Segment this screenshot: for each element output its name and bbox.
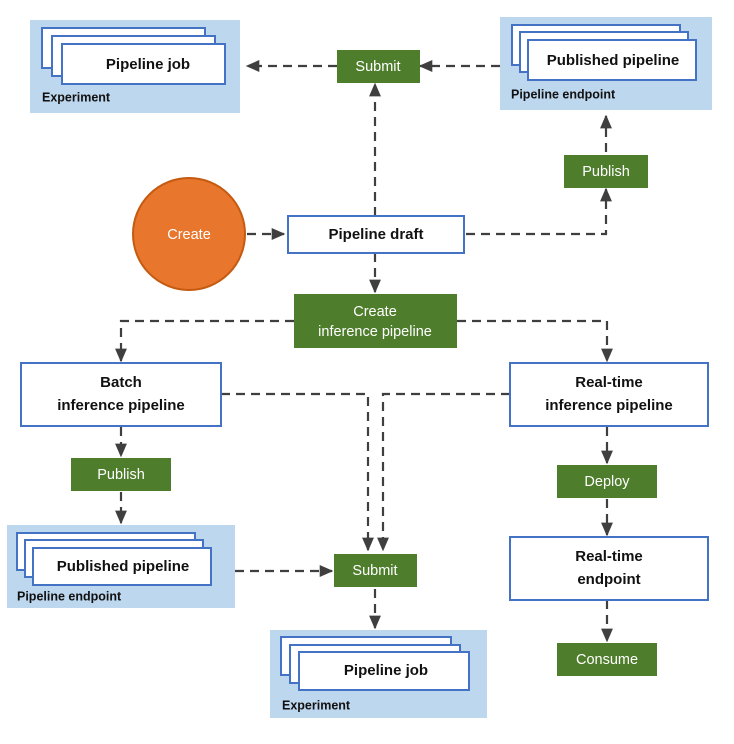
- realtime-endpoint-label-line1: Real-time: [575, 548, 643, 565]
- published-pipeline-bottom-card-label: Published pipeline: [57, 558, 190, 575]
- pipeline-endpoint-top-group: Published pipeline Pipeline endpoint: [500, 17, 712, 110]
- create-label: Create: [167, 227, 211, 243]
- realtime-inference-pipeline-label-line1: Real-time: [575, 374, 643, 391]
- submit-bottom-label: Submit: [352, 563, 397, 579]
- submit-top-group[interactable]: Submit: [337, 50, 420, 83]
- publish-bottom-label: Publish: [97, 467, 145, 483]
- pipeline-lifecycle-diagram: Pipeline job Experiment Submit Published…: [0, 0, 734, 744]
- create-start-group[interactable]: Create: [132, 177, 246, 291]
- batch-inference-pipeline-box[interactable]: [20, 362, 222, 427]
- batch-inference-pipeline-group[interactable]: Batch inference pipeline: [20, 362, 222, 427]
- edge-create-inference-to-batch: [115, 319, 294, 363]
- pipeline-endpoint-top-panel-label: Pipeline endpoint: [511, 87, 616, 101]
- edge-pipeline-draft-to-publish-top: [466, 187, 612, 236]
- create-inference-pipeline-label-line2: inference pipeline: [318, 324, 432, 340]
- diagram-canvas: Pipeline job Experiment Submit Published…: [7, 17, 712, 718]
- deploy-label: Deploy: [584, 474, 630, 490]
- realtime-endpoint-group[interactable]: Real-time endpoint: [509, 536, 709, 601]
- create-inference-pipeline-group[interactable]: Create inference pipeline: [294, 294, 457, 348]
- consume-group[interactable]: Consume: [557, 643, 657, 676]
- pipeline-endpoint-bottom-panel-label: Pipeline endpoint: [17, 589, 122, 603]
- realtime-inference-pipeline-label-line2: inference pipeline: [545, 397, 673, 414]
- realtime-inference-pipeline-group[interactable]: Real-time inference pipeline: [509, 362, 709, 427]
- realtime-inference-pipeline-box[interactable]: [509, 362, 709, 427]
- experiment-bottom-panel-label: Experiment: [282, 698, 351, 712]
- pipeline-job-bottom-card-label: Pipeline job: [344, 662, 428, 679]
- submit-bottom-group[interactable]: Submit: [334, 554, 417, 587]
- published-pipeline-top-card-label: Published pipeline: [547, 52, 680, 69]
- batch-inference-pipeline-label-line1: Batch: [100, 374, 142, 391]
- pipeline-draft-group[interactable]: Pipeline draft: [287, 215, 465, 254]
- edge-create-inference-to-realtime: [457, 319, 613, 363]
- consume-label: Consume: [576, 652, 638, 668]
- publish-top-group[interactable]: Publish: [564, 155, 648, 188]
- experiment-top-group: Pipeline job Experiment: [30, 20, 240, 113]
- pipeline-draft-label: Pipeline draft: [328, 226, 423, 243]
- deploy-group[interactable]: Deploy: [557, 465, 657, 498]
- create-inference-pipeline-label-line1: Create: [353, 304, 397, 320]
- realtime-endpoint-box[interactable]: [509, 536, 709, 601]
- pipeline-job-card-label: Pipeline job: [106, 56, 190, 73]
- create-inference-pipeline-box[interactable]: [294, 294, 457, 348]
- submit-top-label: Submit: [355, 59, 400, 75]
- edge-batch-to-submit-bottom: [221, 392, 374, 552]
- publish-top-label: Publish: [582, 164, 630, 180]
- experiment-top-panel-label: Experiment: [42, 90, 111, 104]
- realtime-endpoint-label-line2: endpoint: [577, 571, 640, 588]
- batch-inference-pipeline-label-line2: inference pipeline: [57, 397, 185, 414]
- publish-bottom-group[interactable]: Publish: [71, 458, 171, 491]
- experiment-bottom-group: Pipeline job Experiment: [270, 630, 487, 718]
- pipeline-endpoint-bottom-group: Published pipeline Pipeline endpoint: [7, 525, 235, 608]
- edge-realtime-to-submit-bottom: [377, 392, 510, 552]
